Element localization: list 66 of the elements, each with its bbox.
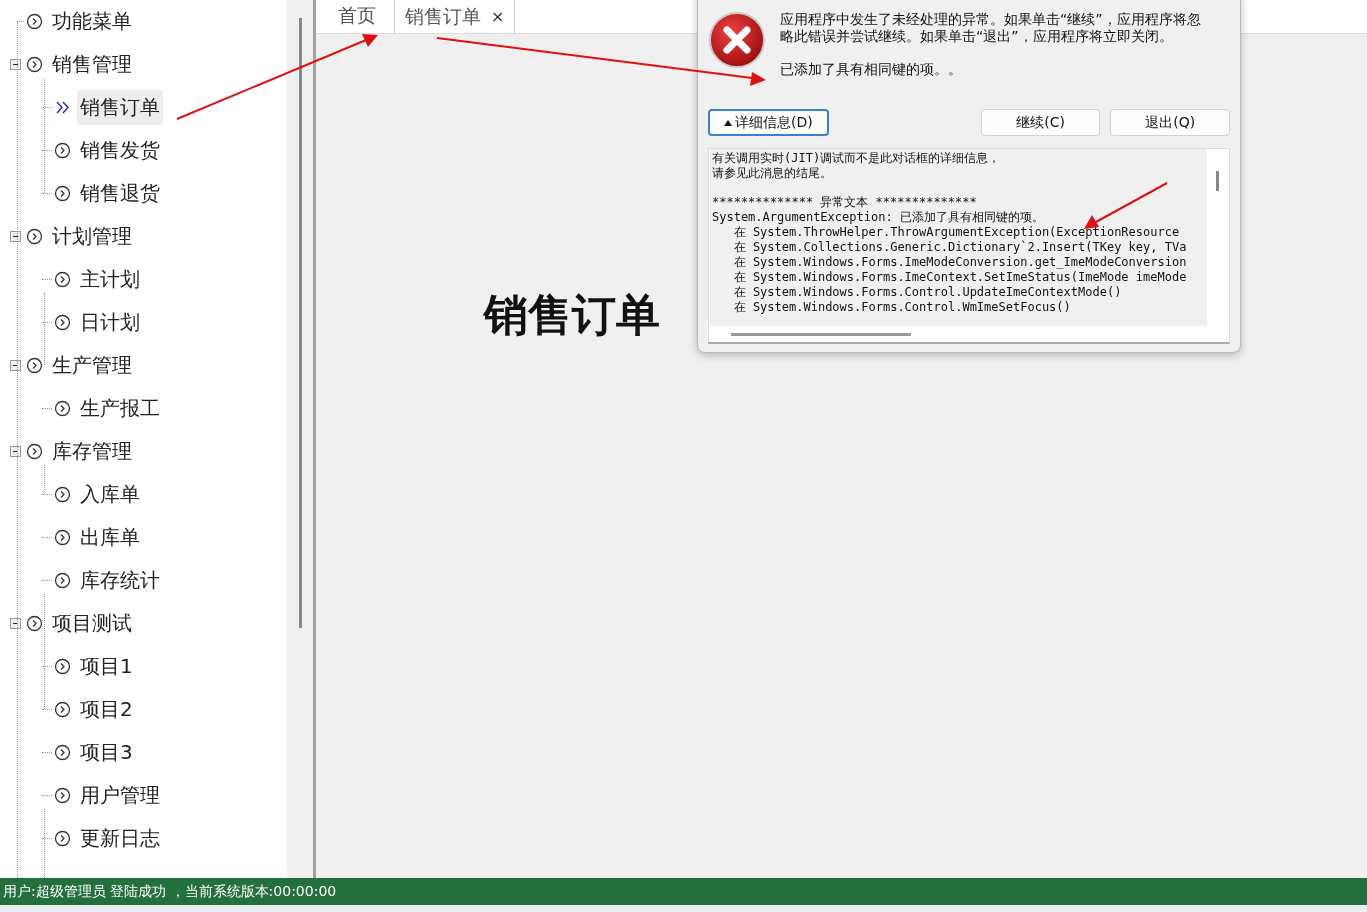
collapse-icon[interactable] <box>10 360 21 371</box>
circled-chevron-icon <box>54 400 71 417</box>
details-line: 在 System.Windows.Forms.ImeContext.SetImeStatus(ImeMode imeMode <box>732 270 1188 285</box>
page-title: 销售订单 <box>484 288 660 342</box>
details-line: ************** 异常文本 ************** <box>712 195 978 210</box>
caret-icon <box>723 119 732 126</box>
dialog-button[interactable]: 继续(C) <box>980 109 1101 136</box>
circled-chevron-icon <box>26 615 43 632</box>
tree-item[interactable]: 更新日志 <box>77 821 163 856</box>
details-line: 在 System.Windows.Forms.ImeModeConversion.get_ImeModeConversion <box>732 255 1188 270</box>
circled-chevron-icon <box>54 486 71 503</box>
tree-item[interactable]: 生产管理 <box>49 348 135 383</box>
tree-item[interactable]: 功能菜单 <box>49 4 135 39</box>
tab[interactable]: 销售订单 × <box>394 0 516 33</box>
circled-chevron-icon <box>54 830 71 847</box>
details-line: 在 System.Collections.Generic.Dictionary`2.Insert(TKey key, TVa <box>732 240 1188 255</box>
collapse-icon[interactable] <box>10 446 21 457</box>
circled-chevron-icon <box>54 787 71 804</box>
details-button[interactable]: 详细信息(D) <box>708 109 829 136</box>
circled-chevron-icon <box>26 228 43 245</box>
tree-item[interactable]: 销售退货 <box>77 176 163 211</box>
tree-item[interactable]: 用户管理 <box>77 778 163 813</box>
circled-chevron-icon <box>54 529 71 546</box>
tree-item[interactable]: 计划管理 <box>49 219 135 254</box>
circled-chevron-icon <box>54 572 71 589</box>
collapse-icon[interactable] <box>10 231 21 242</box>
tree-item[interactable]: 入库单 <box>77 477 143 512</box>
circled-chevron-icon <box>54 744 71 761</box>
tree-item[interactable]: 项目测试 <box>49 606 135 641</box>
status-bar: 用户:超级管理员 登陆成功 ，当前系统版本:00:00:00 <box>0 878 1367 905</box>
details-line: 在 System.ThrowHelper.ThrowArgumentException(ExceptionResource <box>732 225 1181 240</box>
circled-chevron-icon <box>54 314 71 331</box>
collapse-icon[interactable] <box>10 59 21 70</box>
circled-chevron-icon <box>54 701 71 718</box>
circled-chevron-icon <box>26 443 43 460</box>
dialog-button[interactable]: 退出(Q) <box>1110 109 1230 136</box>
circled-chevron-icon <box>54 658 71 675</box>
error-icon <box>708 11 766 69</box>
tree-item[interactable]: 库存管理 <box>49 434 135 469</box>
tree-item[interactable]: 项目2 <box>77 692 136 727</box>
tree-item[interactable]: 销售发货 <box>77 133 163 168</box>
circled-chevron-icon <box>26 56 43 73</box>
error-text: 已添加了具有相同键的项。。 <box>780 61 963 79</box>
circled-chevron-icon <box>54 185 71 202</box>
tree-item[interactable]: 出库单 <box>77 520 143 555</box>
tree-item[interactable]: 销售管理 <box>49 47 135 82</box>
details-line: 在 System.Windows.Forms.Control.UpdateImeContextMode() <box>732 285 1123 300</box>
tree-item[interactable]: 主计划 <box>77 262 143 297</box>
details-line: 在 System.Windows.Forms.Control.WmImeSetFocus() <box>732 300 1072 315</box>
collapse-icon[interactable] <box>10 618 21 629</box>
tree-item[interactable]: 库存统计 <box>77 563 163 598</box>
tree-item[interactable]: 项目1 <box>77 649 136 684</box>
close-icon[interactable]: × <box>491 7 505 26</box>
circled-chevron-icon <box>26 13 43 30</box>
circled-chevron-icon <box>54 271 71 288</box>
details-line: System.ArgumentException: 已添加了具有相同键的项。 <box>712 210 1045 225</box>
error-message: 应用程序中发生了未经处理的异常。如果单击“继续”，应用程序将忽略此错误并尝试继续。如果单击“退出”，应用程序将立即关闭。 <box>780 11 1202 45</box>
details-line: 有关调用实时(JIT)调试而不是此对话框的详细信息， <box>712 151 1002 166</box>
circled-chevron-icon <box>26 357 43 374</box>
tree-item[interactable]: 生产报工 <box>77 391 163 426</box>
circled-chevron-icon <box>54 142 71 159</box>
tree-item[interactable]: 项目3 <box>77 735 136 770</box>
tree-item[interactable]: 销售订单 <box>77 90 163 125</box>
scrollbar[interactable] <box>287 0 313 878</box>
tree-item[interactable]: 日计划 <box>77 305 143 340</box>
details-line: 请参见此消息的结尾。 <box>712 166 833 181</box>
